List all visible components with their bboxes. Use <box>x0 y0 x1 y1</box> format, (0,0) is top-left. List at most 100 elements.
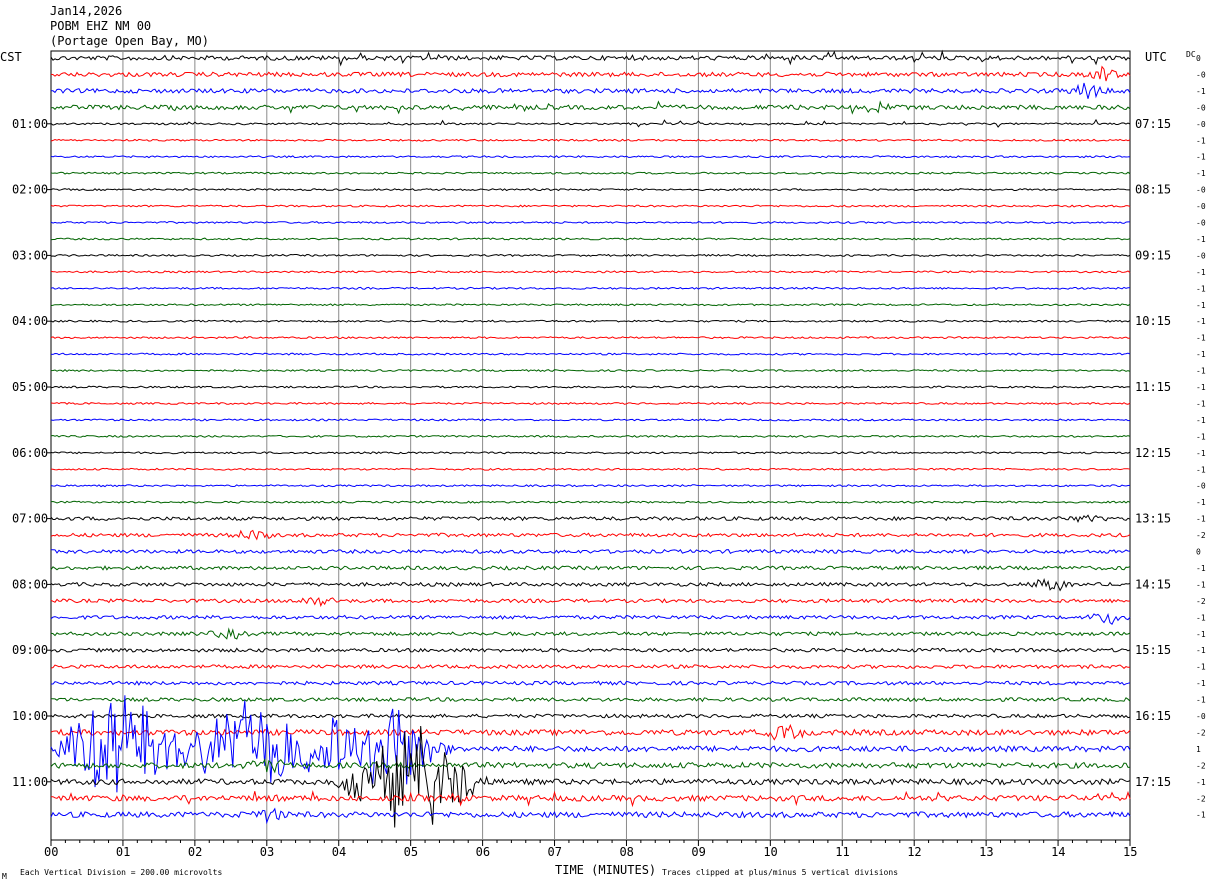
dc-offset-label: -1 <box>1196 153 1206 162</box>
utc-hour-label: 08:15 <box>1135 183 1171 197</box>
utc-hour-label: 17:15 <box>1135 775 1171 789</box>
dc-offset-label: -1 <box>1196 383 1206 392</box>
utc-hour-label: 09:15 <box>1135 248 1171 262</box>
seismic-trace <box>50 336 1131 340</box>
dc-offset-label: -1 <box>1196 696 1206 705</box>
seismic-trace <box>50 319 1131 323</box>
dc-offset-label: -1 <box>1196 663 1206 672</box>
x-tick-label: 06 <box>476 845 490 859</box>
x-tick-label: 02 <box>188 845 202 859</box>
seismic-trace <box>50 253 1131 257</box>
seismic-trace <box>50 418 1131 422</box>
seismic-trace <box>50 467 1131 471</box>
seismic-trace <box>50 237 1131 241</box>
seismic-trace <box>50 401 1131 405</box>
x-tick-label: 01 <box>116 845 130 859</box>
utc-hour-label: 12:15 <box>1135 446 1171 460</box>
dc-offset-label: -1 <box>1196 432 1206 441</box>
dc-offset-label: -2 <box>1196 761 1206 770</box>
seismic-trace <box>50 529 1131 541</box>
cst-hour-label: 06:00 <box>12 446 48 460</box>
seismic-trace <box>50 807 1131 825</box>
utc-hour-label: 10:15 <box>1135 314 1171 328</box>
seismic-trace <box>51 680 1131 686</box>
dc-offset-label: -1 <box>1196 399 1206 408</box>
cst-hour-label: 11:00 <box>12 775 48 789</box>
utc-hour-label: 16:15 <box>1135 709 1171 723</box>
cst-hour-label: 10:00 <box>12 709 48 723</box>
dc-offset-label: -0 <box>1196 219 1206 228</box>
dc-offset-label: -1 <box>1196 646 1206 655</box>
x-tick-label: 15 <box>1123 845 1137 859</box>
seismic-trace <box>50 369 1131 373</box>
dc-offset-label: -1 <box>1196 498 1206 507</box>
dc-offset-label: -1 <box>1196 136 1206 145</box>
seismic-trace <box>50 500 1131 504</box>
dc-offset-label: -1 <box>1196 449 1206 458</box>
seismic-trace <box>50 270 1131 274</box>
seismic-trace <box>50 82 1131 99</box>
dc-offset-label: -1 <box>1196 679 1206 688</box>
x-axis-title: TIME (MINUTES) <box>555 863 657 877</box>
seismic-trace <box>50 155 1131 159</box>
x-tick-label: 10 <box>763 845 777 859</box>
dc-offset-label: -1 <box>1196 317 1206 326</box>
dc-offset-label: -1 <box>1196 235 1206 244</box>
cst-hour-label: 07:00 <box>12 512 48 526</box>
cst-hour-label: 08:00 <box>12 577 48 591</box>
seismic-trace <box>50 484 1131 488</box>
dc-offset-label: -0 <box>1196 482 1206 491</box>
seismic-trace <box>50 100 1131 115</box>
cst-hour-label: 02:00 <box>12 183 48 197</box>
x-tick-label: 09 <box>691 845 705 859</box>
seismic-trace <box>50 286 1130 290</box>
seismic-trace <box>50 49 1131 67</box>
dc-offset-label: -1 <box>1196 465 1206 474</box>
dc-offset-label: -0 <box>1196 202 1206 211</box>
cst-hour-label: 05:00 <box>12 380 48 394</box>
dc-offset-label: -1 <box>1196 778 1206 787</box>
seismic-trace <box>50 597 1131 608</box>
seismic-trace <box>50 65 1131 82</box>
scale-note: Each Vertical Division = 200.00 microvol… <box>20 868 223 877</box>
x-tick-label: 12 <box>907 845 921 859</box>
clip-note: Traces clipped at plus/minus 5 vertical … <box>662 868 899 877</box>
dc-offset-label: -1 <box>1196 515 1206 524</box>
seismic-trace <box>50 138 1131 142</box>
seismic-trace <box>50 118 1131 128</box>
seismic-trace <box>50 695 1131 793</box>
seismogram-chart: 00 01 02 03 04 05 06 07 08 09 10 11 12 13 14 150-0-1-0-… <box>12 49 1206 859</box>
x-tick-label: 07 <box>548 845 562 859</box>
cst-hour-label: 03:00 <box>12 248 48 262</box>
utc-hour-label: 14:15 <box>1135 577 1171 591</box>
seismic-trace <box>50 204 1131 208</box>
utc-hour-label: 07:15 <box>1135 117 1171 131</box>
dc-offset-label: -1 <box>1196 630 1206 639</box>
x-tick-label: 03 <box>260 845 274 859</box>
seismic-trace <box>50 188 1130 192</box>
dc-offset-label: -1 <box>1196 87 1206 96</box>
corner-mark: M <box>2 872 7 881</box>
seismic-trace <box>50 723 1131 741</box>
x-tick-label: 04 <box>332 845 346 859</box>
x-tick-label: 08 <box>619 845 633 859</box>
dc-offset-label: -0 <box>1196 712 1206 721</box>
x-tick-label: 11 <box>835 845 849 859</box>
dc-offset-label: 0 <box>1196 548 1201 557</box>
dc-offset-label: -2 <box>1196 597 1206 606</box>
seismic-trace <box>51 790 1131 808</box>
utc-hour-label: 13:15 <box>1135 512 1171 526</box>
dc-offset-label: -2 <box>1196 728 1206 737</box>
seismic-trace <box>50 352 1131 356</box>
dc-offset-label: -0 <box>1196 251 1206 260</box>
utc-hour-label: 11:15 <box>1135 380 1171 394</box>
seismic-trace <box>50 627 1131 640</box>
x-tick-label: 14 <box>1051 845 1065 859</box>
cst-hour-label: 09:00 <box>12 643 48 657</box>
seismic-trace <box>50 613 1131 625</box>
dc-offset-label: 0 <box>1196 54 1201 63</box>
x-tick-label: 00 <box>44 845 58 859</box>
utc-hour-label: 15:15 <box>1135 643 1171 657</box>
dc-offset-label: -1 <box>1196 268 1206 277</box>
seismic-trace <box>50 451 1131 455</box>
